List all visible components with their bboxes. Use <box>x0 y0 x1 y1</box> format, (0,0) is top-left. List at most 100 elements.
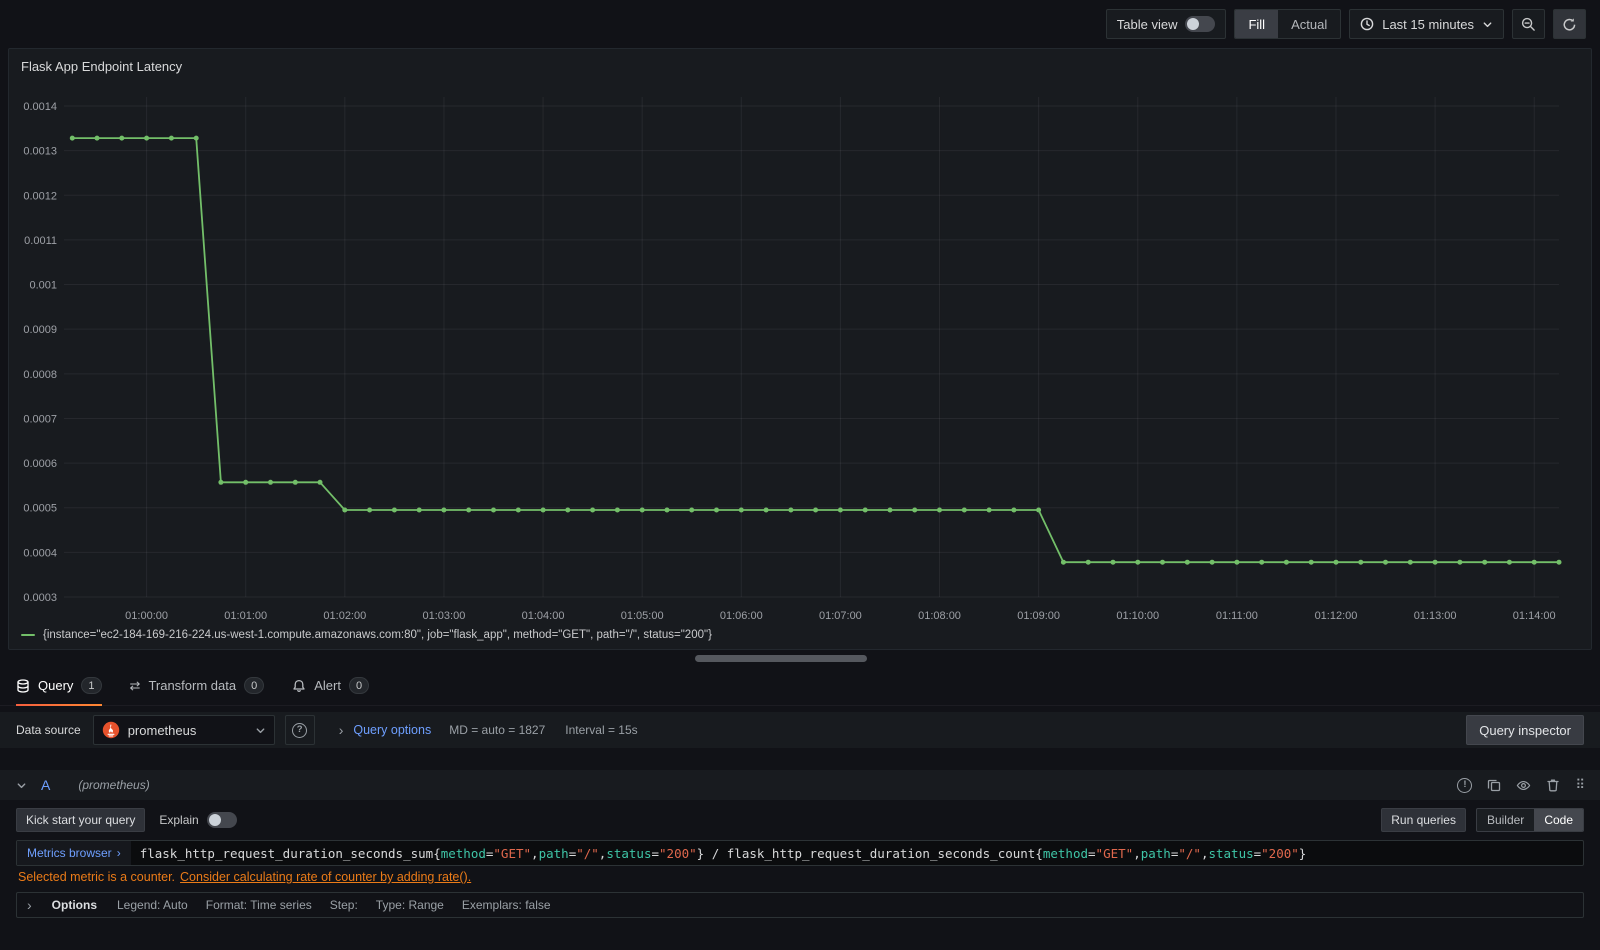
svg-text:0.001: 0.001 <box>29 280 57 292</box>
options-legend: Legend: Auto <box>117 898 188 912</box>
transform-icon: ⇄ <box>129 677 141 693</box>
help-icon: ? <box>292 722 308 738</box>
datasource-label: Data source <box>16 723 81 737</box>
collapse-chevron-icon[interactable] <box>16 780 27 791</box>
refresh-icon <box>1562 17 1577 32</box>
svg-text:0.0011: 0.0011 <box>24 235 57 247</box>
metrics-browser-toggle[interactable]: Metrics browser › <box>17 841 131 865</box>
table-view-toggle-group[interactable]: Table view <box>1105 9 1227 39</box>
query-ref-id: A <box>41 777 51 793</box>
legend-label: {instance="ec2-184-169-216-224.us-west-1… <box>43 629 712 641</box>
table-view-label: Table view <box>1116 16 1178 32</box>
tab-alert[interactable]: Alert 0 <box>292 666 370 706</box>
actual-button[interactable]: Actual <box>1278 10 1340 38</box>
svg-text:01:12:00: 01:12:00 <box>1315 610 1358 622</box>
editor-tabs: Query 1 ⇄ Transform data 0 Alert 0 <box>0 666 1600 706</box>
refresh-button[interactable] <box>1553 9 1586 39</box>
options-step: Step: <box>329 898 358 912</box>
datasource-select[interactable]: prometheus <box>92 715 275 745</box>
query-datasource-hint: (prometheus) <box>78 778 150 792</box>
table-view-switch[interactable] <box>1185 16 1216 32</box>
query-options-summary[interactable]: › Options Legend: Auto Format: Time seri… <box>16 892 1584 918</box>
database-icon <box>16 678 30 693</box>
svg-text:01:06:00: 01:06:00 <box>720 610 763 622</box>
panel-title: Flask App Endpoint Latency <box>21 59 183 74</box>
query-info-icon[interactable]: ! <box>1457 777 1473 793</box>
alert-count-badge: 0 <box>348 677 370 694</box>
svg-text:0.0014: 0.0014 <box>23 101 57 113</box>
clock-icon <box>1360 17 1374 31</box>
query-tools-row: Kick start your query Explain Run querie… <box>16 808 1584 832</box>
svg-text:01:00:00: 01:00:00 <box>125 610 168 622</box>
code-mode-button[interactable]: Code <box>1534 809 1583 831</box>
remove-query-trash-icon[interactable] <box>1546 778 1560 792</box>
duplicate-query-icon[interactable] <box>1487 778 1501 792</box>
svg-text:01:09:00: 01:09:00 <box>1017 610 1060 622</box>
chevron-down-icon <box>255 725 266 736</box>
explain-switch[interactable] <box>206 812 237 828</box>
svg-text:0.0009: 0.0009 <box>23 324 57 336</box>
svg-text:01:05:00: 01:05:00 <box>621 610 664 622</box>
svg-text:01:02:00: 01:02:00 <box>323 610 366 622</box>
tab-transform-label: Transform data <box>148 678 237 693</box>
hide-response-eye-icon[interactable] <box>1516 778 1531 793</box>
counter-warning: Selected metric is a counter. Consider c… <box>18 870 471 884</box>
svg-text:0.0012: 0.0012 <box>23 190 57 202</box>
timeseries-panel: Flask App Endpoint Latency 01:00:00 01:01… <box>8 48 1592 650</box>
svg-text:01:14:00: 01:14:00 <box>1513 610 1556 622</box>
add-rate-link[interactable]: Consider calculating rate of counter by … <box>180 870 471 884</box>
horizontal-scrollbar[interactable] <box>695 655 867 662</box>
svg-text:0.0004: 0.0004 <box>23 547 57 559</box>
svg-text:01:13:00: 01:13:00 <box>1414 610 1457 622</box>
metrics-browser-label: Metrics browser <box>27 846 112 860</box>
svg-text:01:01:00: 01:01:00 <box>224 610 267 622</box>
interval-summary: Interval = 15s <box>565 723 638 737</box>
drag-handle-icon[interactable]: ⠿ <box>1575 777 1584 793</box>
chevron-right-icon: › <box>27 897 32 913</box>
chevron-down-icon <box>1482 19 1493 30</box>
svg-text:01:03:00: 01:03:00 <box>423 610 466 622</box>
tab-query-label: Query <box>38 678 74 693</box>
svg-text:0.0005: 0.0005 <box>23 503 57 515</box>
zoom-out-icon <box>1521 17 1536 32</box>
zoom-out-button[interactable] <box>1512 9 1545 39</box>
legend-item[interactable]: {instance="ec2-184-169-216-224.us-west-1… <box>21 629 712 641</box>
time-range-label: Last 15 minutes <box>1382 16 1474 32</box>
svg-text:01:07:00: 01:07:00 <box>819 610 862 622</box>
grafana-panel-editor: Table view Fill Actual Last 15 minutes F… <box>0 0 1600 950</box>
options-format: Format: Time series <box>205 898 312 912</box>
tab-transform-data[interactable]: ⇄ Transform data 0 <box>130 666 265 706</box>
svg-text:01:11:00: 01:11:00 <box>1216 610 1258 622</box>
svg-text:01:10:00: 01:10:00 <box>1116 610 1159 622</box>
bell-icon <box>292 679 306 693</box>
explain-label: Explain <box>159 813 199 827</box>
builder-code-group: Builder Code <box>1475 808 1584 832</box>
query-inspector-button[interactable]: Query inspector <box>1466 715 1584 745</box>
builder-mode-button[interactable]: Builder <box>1477 809 1534 831</box>
time-range-picker[interactable]: Last 15 minutes <box>1349 9 1504 39</box>
latency-chart[interactable]: 01:00:00 01:01:00 01:02:00 01:03:00 01:04:00… <box>9 85 1593 625</box>
fill-actual-group: Fill Actual <box>1234 9 1342 39</box>
datasource-toolbar: Data source prometheus ? › Query options… <box>0 712 1600 748</box>
fill-button[interactable]: Fill <box>1235 10 1279 38</box>
svg-text:01:04:00: 01:04:00 <box>522 610 565 622</box>
tab-query[interactable]: Query 1 <box>16 666 102 706</box>
datasource-help-button[interactable]: ? <box>284 715 315 745</box>
kick-start-query-button[interactable]: Kick start your query <box>16 808 146 832</box>
run-queries-button[interactable]: Run queries <box>1381 808 1466 832</box>
svg-text:0.0006: 0.0006 <box>23 458 57 470</box>
svg-text:0.0013: 0.0013 <box>23 146 57 158</box>
svg-text:0.0003: 0.0003 <box>23 592 57 604</box>
warning-text: Selected metric is a counter. <box>18 870 176 884</box>
max-datapoints-summary: MD = auto = 1827 <box>449 723 546 737</box>
prometheus-logo-icon <box>102 721 120 739</box>
query-expression[interactable]: flask_http_request_duration_seconds_sum{… <box>131 841 1316 865</box>
query-editor-field: Metrics browser › flask_http_request_dur… <box>16 840 1584 866</box>
query-count-badge: 1 <box>81 677 102 694</box>
options-type: Type: Range <box>375 898 444 912</box>
chevron-right-icon: › <box>116 846 121 860</box>
query-row-header[interactable]: A (prometheus) ! ⠿ <box>0 770 1600 800</box>
query-options-toggle[interactable]: Query options <box>353 723 431 737</box>
svg-text:0.0008: 0.0008 <box>23 369 57 381</box>
svg-text:01:08:00: 01:08:00 <box>918 610 961 622</box>
